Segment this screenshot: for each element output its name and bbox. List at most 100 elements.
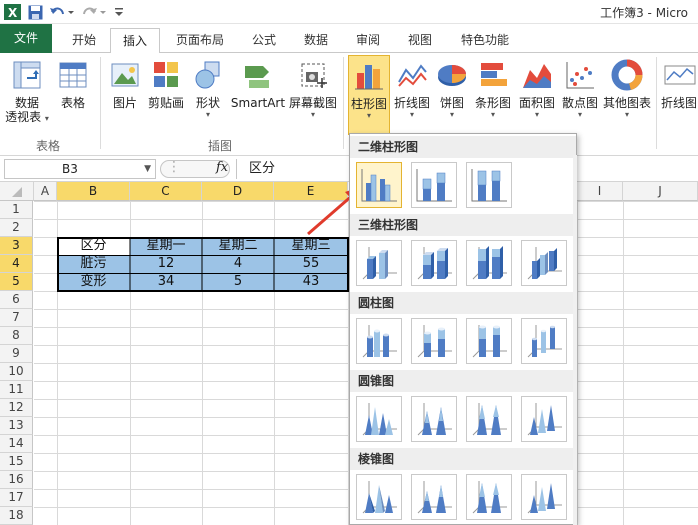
insert-function-icon[interactable]: fx — [216, 160, 228, 175]
3d-clustered-column-option[interactable] — [356, 240, 402, 286]
row-header[interactable]: 12 — [0, 399, 33, 417]
bar-chart-button[interactable]: 条形图 ▾ — [472, 55, 514, 133]
pivot-table-label-line2: 透视表 — [5, 110, 42, 124]
stacked-pyramid-option[interactable] — [411, 474, 457, 520]
row-header[interactable]: 15 — [0, 453, 33, 471]
tab-data[interactable]: 数据 — [292, 28, 340, 53]
row-header[interactable]: 14 — [0, 435, 33, 453]
ribbon-tabs: 文件 开始 插入 页面布局 公式 数据 审阅 视图 特色功能 — [0, 24, 698, 54]
table-cell[interactable]: 43 — [274, 273, 348, 291]
clipart-button[interactable]: 剪贴画 — [146, 55, 186, 133]
row-header[interactable]: 5 — [0, 273, 33, 291]
row-header[interactable]: 3 — [0, 237, 33, 255]
tab-page-layout[interactable]: 页面布局 — [166, 28, 234, 53]
scatter-chart-icon — [566, 62, 594, 89]
percent-stacked-column-option[interactable] — [466, 162, 512, 208]
table-cell[interactable]: 星期二 — [202, 237, 274, 255]
chevron-down-icon: ▾ — [534, 110, 539, 119]
sparkline-line-button[interactable]: 折线图 — [660, 55, 698, 133]
column-header-d[interactable]: D — [202, 182, 274, 201]
picture-button[interactable]: 图片 — [106, 55, 144, 133]
column-header-j[interactable]: J — [623, 182, 698, 201]
clustered-cone-option[interactable] — [356, 396, 402, 442]
percent-stacked-cone-option[interactable] — [466, 396, 512, 442]
tab-special-features[interactable]: 特色功能 — [452, 28, 518, 53]
tab-formulas[interactable]: 公式 — [240, 28, 288, 53]
stacked-column-option[interactable] — [411, 162, 457, 208]
table-cell[interactable]: 55 — [274, 255, 348, 273]
select-all-corner[interactable] — [0, 182, 34, 201]
line-chart-button[interactable]: 折线图 ▾ — [392, 55, 432, 133]
3d-percent-stacked-column-option[interactable] — [466, 240, 512, 286]
smartart-button[interactable]: SmartArt — [230, 55, 286, 133]
stacked-cylinder-option[interactable] — [411, 318, 457, 364]
percent-stacked-cylinder-option[interactable] — [466, 318, 512, 364]
dots-handle-icon[interactable]: ⋮ — [167, 159, 181, 175]
undo-icon[interactable] — [48, 3, 76, 21]
3d-stacked-column-option[interactable] — [411, 240, 457, 286]
tab-file[interactable]: 文件 — [0, 24, 52, 53]
save-icon[interactable] — [26, 3, 44, 21]
3d-pyramid-option[interactable] — [521, 474, 567, 520]
row-header[interactable]: 7 — [0, 309, 33, 327]
row-header[interactable]: 18 — [0, 507, 33, 525]
column-header-a[interactable]: A — [34, 182, 57, 201]
pie-chart-button[interactable]: 饼图 ▾ — [434, 55, 470, 133]
shapes-button[interactable]: 形状 ▾ — [188, 55, 228, 133]
row-header[interactable]: 10 — [0, 363, 33, 381]
redo-icon[interactable] — [80, 3, 108, 21]
3d-column-option[interactable] — [521, 240, 567, 286]
stacked-pyramid-icon — [417, 481, 452, 514]
column-header-i[interactable]: I — [577, 182, 623, 201]
name-box[interactable]: B3 ▼ — [4, 159, 156, 179]
column-chart-button[interactable]: 柱形图 ▾ — [348, 55, 390, 135]
percent-stacked-pyramid-option[interactable] — [466, 474, 512, 520]
dropdown-scrollbar[interactable] — [573, 155, 577, 525]
smartart-label: SmartArt — [230, 96, 286, 110]
3d-clustered-column-icon — [362, 247, 397, 280]
stacked-cone-option[interactable] — [411, 396, 457, 442]
tab-insert[interactable]: 插入 — [110, 28, 160, 54]
screenshot-button[interactable]: 屏幕截图 ▾ — [288, 55, 338, 133]
clustered-pyramid-option[interactable] — [356, 474, 402, 520]
table-cell[interactable]: 区分 — [57, 237, 130, 255]
table-cell[interactable]: 脏污 — [57, 255, 130, 273]
excel-logo-icon[interactable]: X — [2, 3, 22, 21]
table-cell[interactable]: 34 — [130, 273, 202, 291]
tab-view[interactable]: 视图 — [396, 28, 444, 53]
group-separator — [100, 57, 101, 149]
row-header[interactable]: 11 — [0, 381, 33, 399]
row-header[interactable]: 8 — [0, 327, 33, 345]
table-label: 表格 — [60, 96, 85, 110]
other-charts-button[interactable]: 其他图表 ▾ — [602, 55, 652, 133]
pivot-table-button[interactable]: 数据 透视表 ▾ — [2, 55, 52, 133]
tab-review[interactable]: 审阅 — [344, 28, 392, 53]
column-header-b[interactable]: B — [57, 182, 130, 201]
table-button[interactable]: 表格 — [54, 55, 92, 133]
chevron-down-icon[interactable]: ▼ — [144, 160, 151, 178]
column-header-c[interactable]: C — [130, 182, 202, 201]
clustered-column-option[interactable] — [356, 162, 402, 208]
3d-cylinder-option[interactable] — [521, 318, 567, 364]
area-chart-button[interactable]: 面积图 ▾ — [516, 55, 558, 133]
row-header[interactable]: 17 — [0, 489, 33, 507]
row-header[interactable]: 6 — [0, 291, 33, 309]
row-header[interactable]: 1 — [0, 201, 33, 219]
table-cell[interactable]: 变形 — [57, 273, 130, 291]
customize-toolbar-icon[interactable] — [112, 3, 126, 21]
table-cell[interactable]: 4 — [202, 255, 274, 273]
row-header[interactable]: 16 — [0, 471, 33, 489]
formula-content: 区分 — [249, 161, 276, 176]
clustered-cylinder-option[interactable] — [356, 318, 402, 364]
row-header[interactable]: 13 — [0, 417, 33, 435]
scatter-chart-button[interactable]: 散点图 ▾ — [560, 55, 600, 133]
row-header[interactable]: 9 — [0, 345, 33, 363]
table-cell[interactable]: 5 — [202, 273, 274, 291]
tab-home[interactable]: 开始 — [60, 28, 108, 53]
row-header[interactable]: 4 — [0, 255, 33, 273]
percent-stacked-pyramid-icon — [472, 481, 507, 514]
table-cell[interactable]: 12 — [130, 255, 202, 273]
table-cell[interactable]: 星期一 — [130, 237, 202, 255]
row-header[interactable]: 2 — [0, 219, 33, 237]
3d-cone-option[interactable] — [521, 396, 567, 442]
